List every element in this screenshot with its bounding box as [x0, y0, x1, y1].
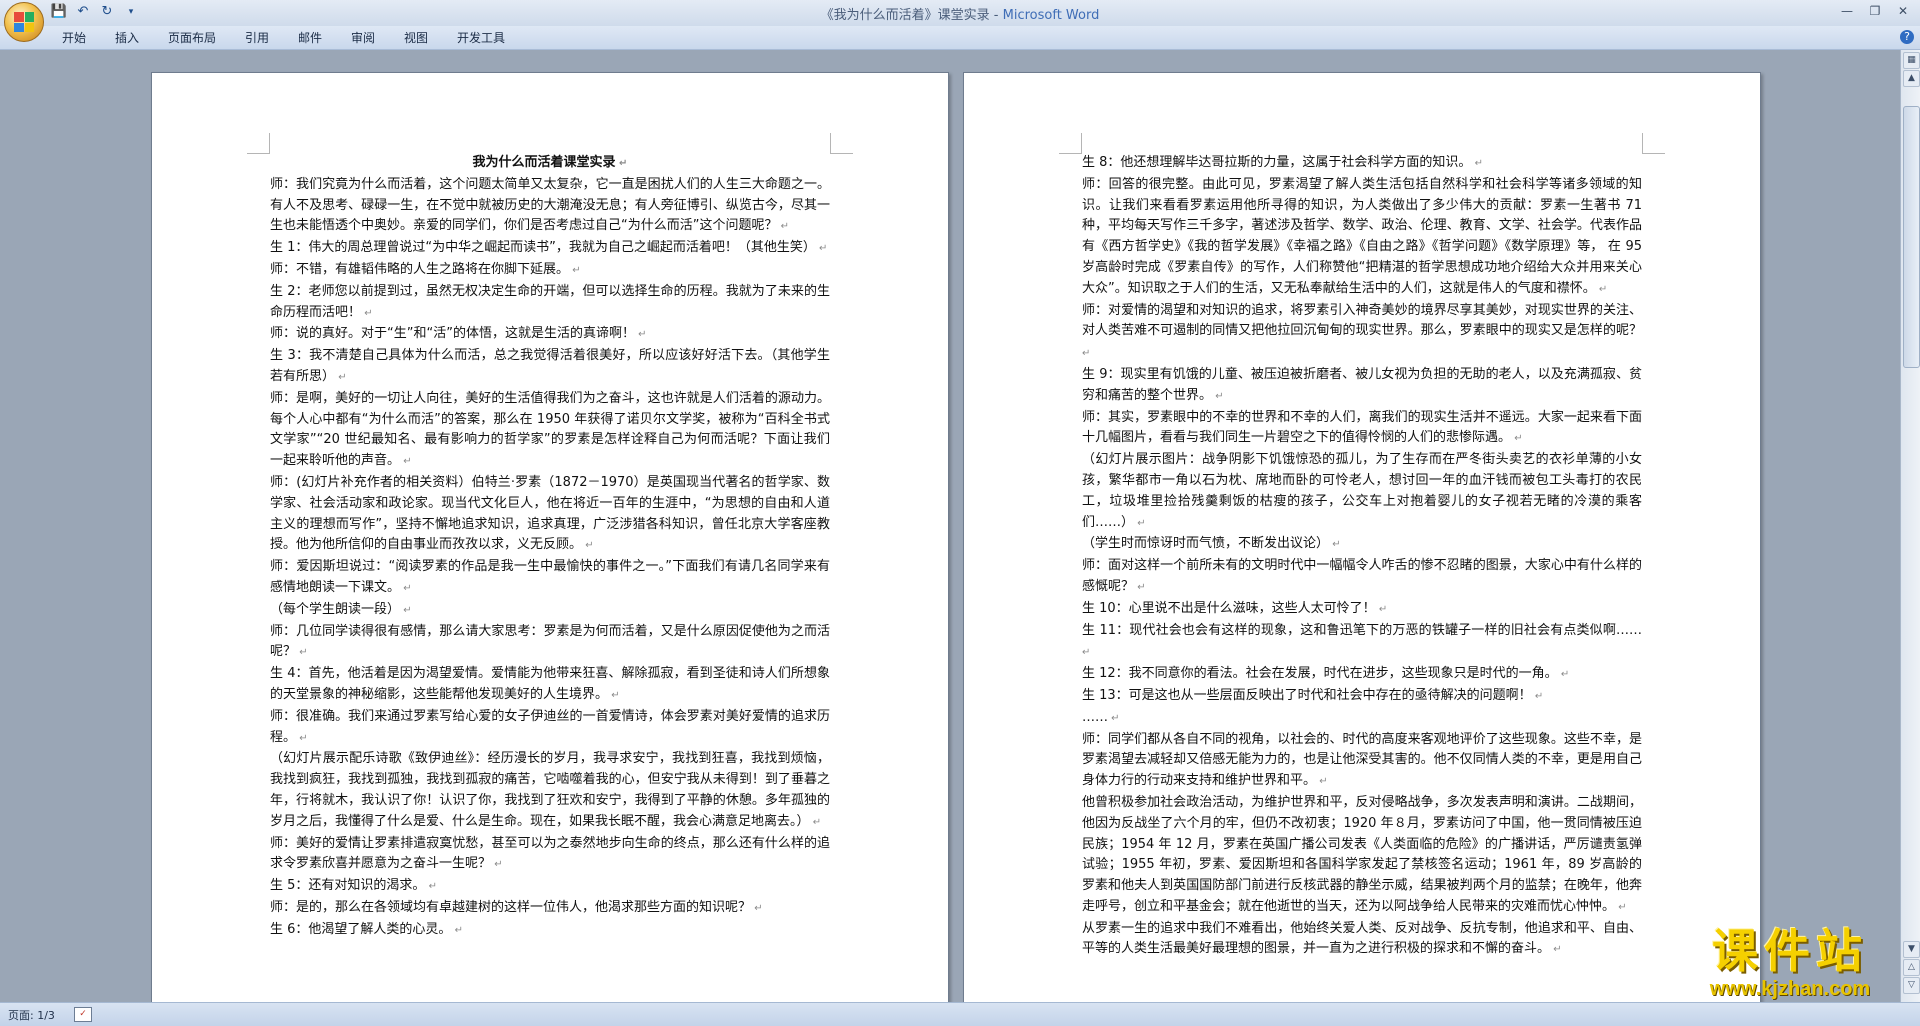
document-title: 我为什么而活着课堂实录	[270, 153, 830, 175]
paragraph: 生 6：他渴望了解人类的心灵。	[270, 920, 830, 942]
tab-mailings[interactable]: 邮件	[296, 29, 324, 46]
page-2: 生 8：他还想理解毕达哥拉斯的力量，这属于社会科学方面的知识。师：回答的很完整。…	[963, 72, 1761, 1002]
paragraph: 师：我们究竟为什么而活着，这个问题太简单又太复杂，它一直是困扰人们的人生三大命题…	[270, 175, 830, 238]
paragraph: 师：对爱情的渴望和对知识的追求，将罗素引入神奇美妙的境界尽享其美妙，对现实世界的…	[1082, 301, 1642, 365]
paragraph: 生 2：老师您以前提到过，虽然无权决定生命的开端，但可以选择生命的历程。我就为了…	[270, 282, 830, 325]
paragraph: 生 10：心里说不出是什么滋味，这些人太可怜了！	[1082, 599, 1642, 621]
paragraph: ……	[1082, 708, 1642, 730]
paragraph: 生 1：伟大的周总理曾说过“为中华之崛起而读书”，我就为自己之崛起而活着吧！（其…	[270, 238, 830, 260]
title-separator: -	[989, 8, 1003, 23]
paragraph: 师：美好的爱情让罗素排遣寂寞忧愁，甚至可以为之泰然地步向生命的终点，那么还有什么…	[270, 834, 830, 877]
tab-insert[interactable]: 插入	[113, 29, 141, 46]
proofing-icon[interactable]: ✓	[74, 1007, 92, 1022]
tab-page-layout[interactable]: 页面布局	[166, 29, 218, 46]
paragraph: 师：爱因斯坦说过：“阅读罗素的作品是我一生中最愉快的事件之一。”下面我们有请几名…	[270, 557, 830, 600]
paragraph: 师：很准确。我们来通过罗素写给心爱的女子伊迪丝的一首爱情诗，体会罗素对美好爱情的…	[270, 707, 830, 750]
margin-mark	[1059, 133, 1082, 154]
status-bar: 页面: 1/3 ✓	[0, 1002, 1920, 1026]
title-bar: 💾 ↶ ↻ ▾ 《我为什么而活着》课堂实录 - Microsoft Word —…	[0, 0, 1920, 42]
paragraph: 生 11：现代社会也会有这样的现象，这和鲁迅笔下的万恶的铁罐子一样的旧社会有点类…	[1082, 621, 1642, 665]
paragraph: 师：同学们都从各自不同的视角，以社会的、时代的高度来客观地评价了这些现象。这些不…	[1082, 730, 1642, 793]
scroll-thumb[interactable]	[1903, 106, 1920, 368]
paragraph: 生 9：现实里有饥饿的儿童、被压迫被折磨者、被儿女视为负担的无助的老人，以及充满…	[1082, 365, 1642, 408]
paragraph: 生 3：我不清楚自己具体为什么而活，总之我觉得活着很美好，所以应该好好活下去。（…	[270, 346, 830, 389]
paragraph: 从罗素一生的追求中我们不难看出，他始终关爱人类、反对战争、反抗专制，他追求和平、…	[1082, 919, 1642, 962]
watermark-text: 课件站	[1712, 924, 1868, 978]
watermark-logo: 课件站 www.kjzhan.com	[1665, 924, 1915, 1000]
scroll-up-icon[interactable]: ▲	[1903, 70, 1920, 87]
window-title: 《我为什么而活着》课堂实录 - Microsoft Word	[0, 4, 1920, 23]
margin-mark	[247, 133, 270, 154]
paragraph: 师：其实，罗素眼中的不幸的世界和不幸的人们，离我们的现实生活并不遥远。大家一起来…	[1082, 408, 1642, 451]
watermark-url: www.kjzhan.com	[1709, 978, 1871, 1000]
paragraph: 他曾积极参加社会政治活动，为维护世界和平，反对侵略战争，多次发表声明和演讲。二战…	[1082, 793, 1642, 919]
paragraph: 生 13：可是这也从一些层面反映出了时代和社会中存在的亟待解决的问题啊！	[1082, 686, 1642, 708]
tab-developer[interactable]: 开发工具	[455, 29, 507, 46]
paragraph: 师：是的，那么在各领域均有卓越建树的这样一位伟人，他渴求那些方面的知识呢？	[270, 898, 830, 920]
window-controls: — ❐ ✕	[1834, 2, 1916, 20]
paragraph: 师：几位同学读得很有感情，那么请大家思考：罗素是为何而活着，又是什么原因促使他为…	[270, 622, 830, 665]
vertical-scrollbar[interactable]: ▦ ▲ ▼ △ ▽	[1900, 50, 1920, 1002]
restore-icon[interactable]: ❐	[1862, 2, 1888, 20]
tab-references[interactable]: 引用	[243, 29, 271, 46]
tab-view[interactable]: 视图	[402, 29, 430, 46]
office-button[interactable]	[4, 2, 44, 42]
help-icon[interactable]: ?	[1900, 30, 1914, 44]
paragraph: 师：(幻灯片补充作者的相关资料）伯特兰·罗素（1872－1970）是英国现当代著…	[270, 473, 830, 557]
paragraph: 师：面对这样一个前所未有的文明时代中一幅幅令人咋舌的惨不忍睹的图景，大家心中有什…	[1082, 556, 1642, 599]
margin-mark	[1642, 133, 1665, 154]
paragraph: 师：不错，有雄韬伟略的人生之路将在你脚下延展。	[270, 260, 830, 282]
paragraph: 师：回答的很完整。由此可见，罗素渴望了解人类生活包括自然科学和社会科学等诸多领域…	[1082, 175, 1642, 301]
paragraph: 生 8：他还想理解毕达哥拉斯的力量，这属于社会科学方面的知识。	[1082, 153, 1642, 175]
office-logo-icon	[14, 12, 34, 32]
paragraph: （幻灯片展示图片：战争阴影下饥饿惊恐的孤儿，为了生存而在严冬街头卖艺的衣衫单薄的…	[1082, 450, 1642, 534]
tab-home[interactable]: 开始	[60, 29, 88, 46]
minimize-icon[interactable]: —	[1834, 2, 1860, 20]
document-name: 《我为什么而活着》课堂实录	[820, 8, 990, 23]
page-1: 我为什么而活着课堂实录 师：我们究竟为什么而活着，这个问题太简单又太复杂，它一直…	[151, 72, 949, 1002]
margin-mark	[830, 133, 853, 154]
paragraph: （幻灯片展示配乐诗歌《致伊迪丝》：经历漫长的岁月，我寻求安宁，我找到狂喜，我找到…	[270, 749, 830, 833]
app-name: Microsoft Word	[1002, 8, 1100, 23]
ribbon-tabs: 开始 插入 页面布局 引用 邮件 审阅 视图 开发工具 ?	[0, 26, 1920, 50]
page-2-text[interactable]: 生 8：他还想理解毕达哥拉斯的力量，这属于社会科学方面的知识。师：回答的很完整。…	[1082, 153, 1642, 961]
paragraph: 师：说的真好。对于“生”和“活”的体悟，这就是生活的真谛啊！	[270, 324, 830, 346]
paragraph: （学生时而惊讶时而气愤，不断发出议论）	[1082, 534, 1642, 556]
page-1-text[interactable]: 我为什么而活着课堂实录 师：我们究竟为什么而活着，这个问题太简单又太复杂，它一直…	[270, 153, 830, 941]
page-counter[interactable]: 页面: 1/3	[8, 1007, 55, 1023]
document-area: 我为什么而活着课堂实录 师：我们究竟为什么而活着，这个问题太简单又太复杂，它一直…	[0, 50, 1900, 1002]
paragraph: 生 5：还有对知识的渴求。	[270, 876, 830, 898]
ruler-toggle-icon[interactable]: ▦	[1903, 52, 1920, 69]
paragraph: （每个学生朗读一段）	[270, 600, 830, 622]
paragraph: 师：是啊，美好的一切让人向往，美好的生活值得我们为之奋斗，这也许就是人们活着的源…	[270, 389, 830, 473]
tab-review[interactable]: 审阅	[349, 29, 377, 46]
paragraph: 生 12：我不同意你的看法。社会在发展，时代在进步，这些现象只是时代的一角。	[1082, 664, 1642, 686]
close-icon[interactable]: ✕	[1890, 2, 1916, 20]
paragraph: 生 4：首先，他活着是因为渴望爱情。爱情能为他带来狂喜、解除孤寂，看到圣徒和诗人…	[270, 664, 830, 707]
